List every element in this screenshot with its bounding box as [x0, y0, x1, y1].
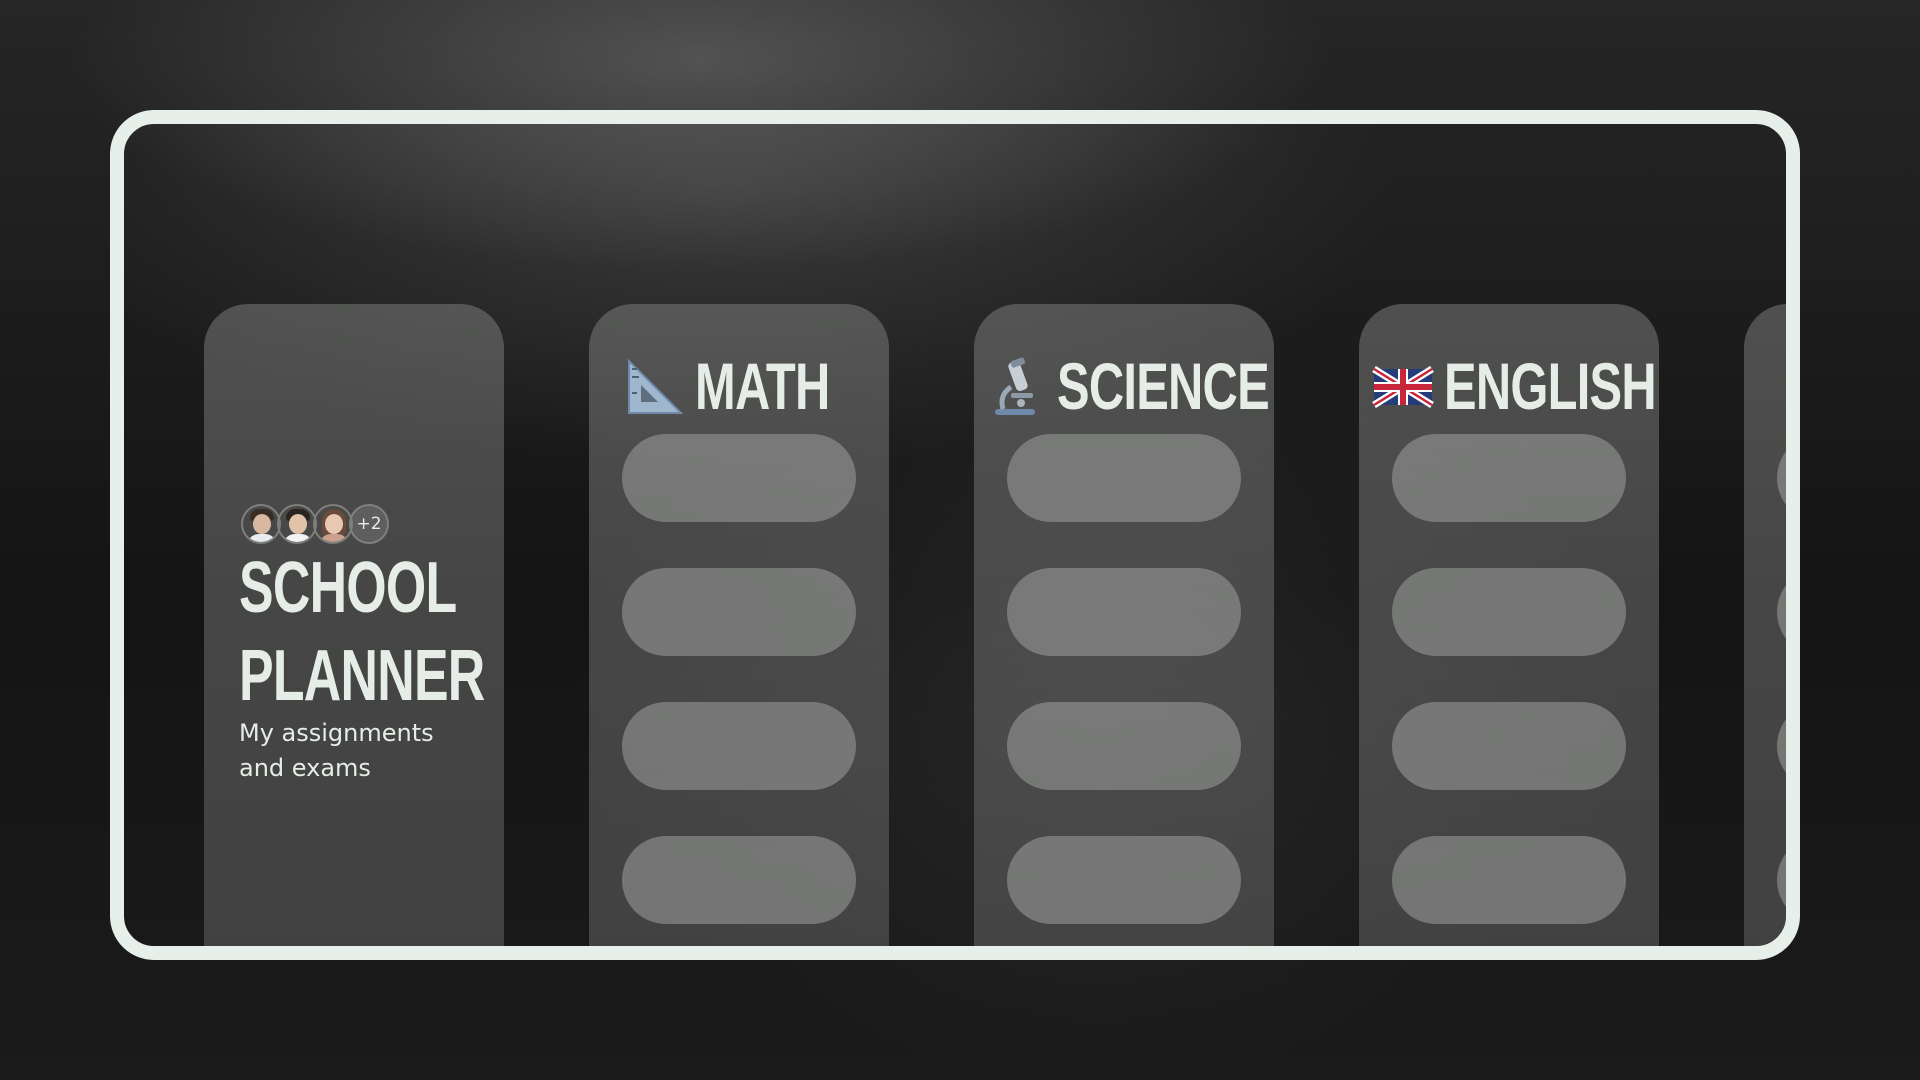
column-title: ENGLISH	[1444, 349, 1657, 423]
task-slot[interactable]	[622, 434, 856, 522]
task-slot[interactable]	[1007, 836, 1241, 924]
avatar[interactable]	[313, 504, 353, 544]
column-header: SCIENCE	[966, 348, 1270, 424]
task-slot[interactable]	[1777, 568, 1786, 656]
task-slot[interactable]	[1777, 434, 1786, 522]
triangle-ruler-icon	[623, 355, 685, 417]
page-subtitle: My assignments and exams	[239, 719, 434, 782]
avatar[interactable]	[241, 504, 281, 544]
collaborator-avatars[interactable]: +2	[241, 504, 389, 544]
task-slot[interactable]	[1007, 702, 1241, 790]
column-title: SCIENCE	[1057, 349, 1270, 423]
title-line-2: PLANNER	[239, 636, 485, 716]
more-collaborators-badge[interactable]: +2	[349, 504, 389, 544]
column-header: MATH	[579, 348, 879, 424]
column-science: SCIENCE	[974, 304, 1274, 946]
task-slot[interactable]	[622, 702, 856, 790]
column-math: MATH	[589, 304, 889, 946]
task-slot[interactable]	[1007, 434, 1241, 522]
avatar[interactable]	[277, 504, 317, 544]
task-slot[interactable]	[1392, 836, 1626, 924]
planner-card: +2 SCHOOL PLANNER My assignments and exa…	[204, 304, 504, 946]
title-line-1: SCHOOL	[239, 548, 457, 628]
column-next	[1744, 304, 1786, 946]
task-slot[interactable]	[1777, 836, 1786, 924]
column-title: MATH	[695, 349, 830, 423]
task-slot[interactable]	[1007, 568, 1241, 656]
column-english: ENGLISH	[1359, 304, 1659, 946]
microscope-icon	[985, 355, 1047, 417]
task-slot[interactable]	[622, 568, 856, 656]
uk-flag-icon	[1372, 355, 1434, 417]
page-title: SCHOOL PLANNER	[239, 544, 485, 720]
task-slot[interactable]	[1777, 702, 1786, 790]
task-slot[interactable]	[622, 836, 856, 924]
task-slot[interactable]	[1392, 702, 1626, 790]
column-header: ENGLISH	[1353, 348, 1657, 424]
board-frame: +2 SCHOOL PLANNER My assignments and exa…	[110, 110, 1800, 960]
task-slot[interactable]	[1392, 434, 1626, 522]
task-slot[interactable]	[1392, 568, 1626, 656]
